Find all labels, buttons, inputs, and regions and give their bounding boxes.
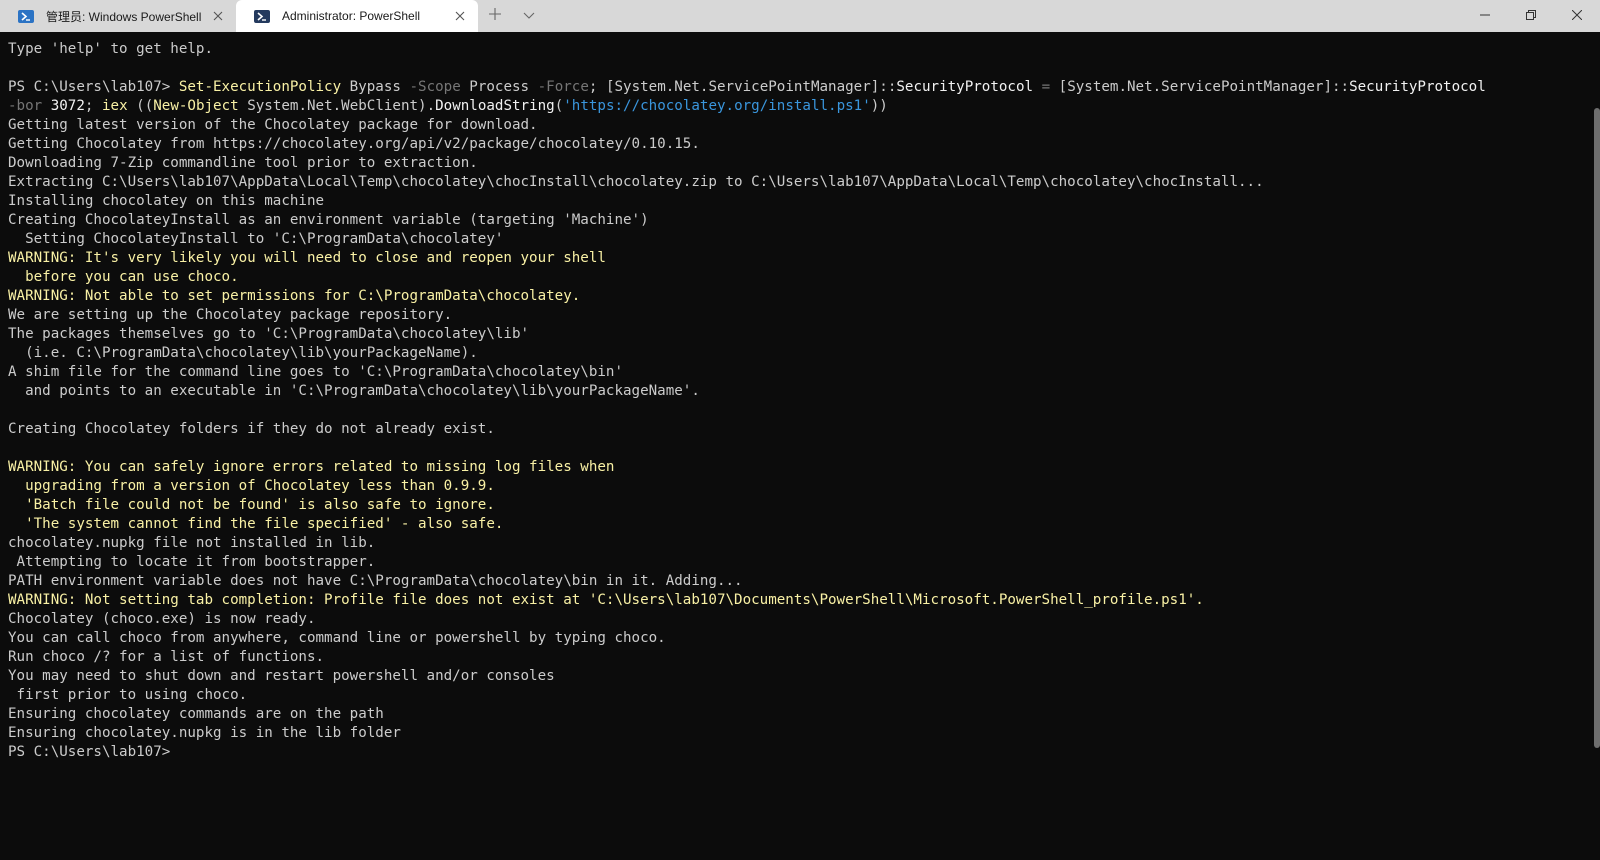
output-line: Creating Chocolatey folders if they do n…	[8, 421, 495, 437]
token-cmd: iex	[101, 98, 128, 114]
token-plain: ((	[127, 98, 154, 114]
warning-line: upgrading from a version of Chocolatey l…	[8, 478, 495, 494]
token-plain: ;	[84, 98, 102, 114]
warning-line: 'Batch file could not be found' is also …	[8, 497, 495, 513]
token-param: -bor	[8, 98, 43, 114]
token-plain: Bypass	[341, 79, 410, 95]
output-line: The packages themselves go to 'C:\Progra…	[8, 326, 530, 342]
token-param: -Force	[537, 79, 589, 95]
warning-line: before you can use choco.	[8, 269, 239, 285]
output-line: Attempting to locate it from bootstrappe…	[8, 554, 376, 570]
output-line: Ensuring chocolatey commands are on the …	[8, 706, 384, 722]
output-line: Extracting C:\Users\lab107\AppData\Local…	[8, 174, 1264, 190]
output-line: Downloading 7-Zip commandline tool prior…	[8, 155, 478, 171]
output-line: A shim file for the command line goes to…	[8, 364, 623, 380]
output-line: Run choco /? for a list of functions.	[8, 649, 325, 665]
vertical-scrollbar[interactable]	[1594, 108, 1600, 748]
token-prompt: PS C:\Users\lab107>	[8, 79, 179, 95]
token-plain: (	[554, 98, 564, 114]
terminal-output[interactable]: Type 'help' to get help. PS C:\Users\lab1…	[0, 32, 1600, 860]
token-cmd: Set-ExecutionPolicy	[178, 79, 342, 95]
output-line: We are setting up the Chocolatey package…	[8, 307, 453, 323]
output-line: Getting Chocolatey from https://chocolat…	[8, 136, 700, 152]
tab-administrator-powershell[interactable]: Administrator: PowerShell	[236, 0, 478, 32]
output-line: Ensuring chocolatey.nupkg is in the lib …	[8, 725, 401, 741]
output-line: Type 'help' to get help.	[8, 41, 213, 57]
warning-line: WARNING: Not able to set permissions for…	[8, 288, 581, 304]
close-tab-icon[interactable]	[448, 4, 472, 28]
restore-button[interactable]	[1508, 0, 1554, 32]
warning-line: WARNING: It's very likely you will need …	[8, 250, 606, 266]
token-param: -Scope	[409, 79, 461, 95]
token-param: =	[1033, 79, 1059, 95]
output-line: chocolatey.nupkg file not installed in l…	[8, 535, 376, 551]
command-line: PS C:\Users\lab107> Set-ExecutionPolicy …	[8, 78, 1588, 97]
token-plain: ))	[870, 98, 888, 114]
output-line: You may need to shut down and restart po…	[8, 668, 555, 684]
warning-line: WARNING: Not setting tab completion: Pro…	[8, 592, 1204, 608]
powershell-icon	[18, 9, 34, 23]
warning-line: WARNING: You can safely ignore errors re…	[8, 459, 615, 475]
token-num: 3072	[50, 98, 85, 114]
output-line: Setting ChocolateyInstall to 'C:\Program…	[8, 231, 504, 247]
token-str: 'https://chocolatey.org/install.ps1'	[563, 98, 871, 114]
output-line: (i.e. C:\ProgramData\chocolatey\lib\your…	[8, 345, 478, 361]
plus-icon	[489, 7, 501, 25]
chevron-down-icon	[523, 7, 535, 25]
close-button[interactable]	[1554, 0, 1600, 32]
output-line: PATH environment variable does not have …	[8, 573, 743, 589]
terminal-lines: Type 'help' to get help. PS C:\Users\lab1…	[8, 40, 1588, 762]
output-line: first prior to using choco.	[8, 687, 248, 703]
tab-title: Administrator: PowerShell	[282, 9, 421, 23]
title-bar: 管理员: Windows PowerShell Administrator: P…	[0, 0, 1600, 32]
tab-windows-powershell[interactable]: 管理员: Windows PowerShell	[0, 0, 236, 32]
minimize-icon	[1480, 7, 1490, 25]
token-white: SecurityProtocol	[896, 79, 1034, 95]
token-white: DownloadString	[435, 98, 555, 114]
warning-line: 'The system cannot find the file specifi…	[8, 516, 504, 532]
title-bar-drag-area[interactable]	[546, 0, 1462, 32]
tab-title: 管理员: Windows PowerShell	[46, 9, 202, 24]
command-line: -bor 3072; iex ((New-Object System.Net.W…	[8, 97, 1588, 116]
output-line: Getting latest version of the Chocolatey…	[8, 117, 538, 133]
close-tab-icon[interactable]	[206, 4, 230, 28]
token-plain: System.Net.WebClient).	[238, 98, 436, 114]
close-icon	[1571, 7, 1583, 25]
token-plain: Process	[460, 79, 538, 95]
output-line: Creating ChocolateyInstall as an environ…	[8, 212, 649, 228]
output-line: You can call choco from anywhere, comman…	[8, 630, 666, 646]
token-cmd: New-Object	[153, 98, 239, 114]
minimize-button[interactable]	[1462, 0, 1508, 32]
restore-icon	[1526, 7, 1536, 25]
token-plain: [System.Net.ServicePointManager]::	[1058, 79, 1350, 95]
token-plain: ; [System.Net.ServicePointManager]::	[588, 79, 897, 95]
output-line: and points to an executable in 'C:\Progr…	[8, 383, 700, 399]
tab-dropdown-button[interactable]	[512, 0, 546, 32]
new-tab-button[interactable]	[478, 0, 512, 32]
powershell-core-icon	[254, 9, 270, 23]
output-line: Installing chocolatey on this machine	[8, 193, 325, 209]
prompt-line: PS C:\Users\lab107>	[8, 744, 179, 760]
output-line: Chocolatey (choco.exe) is now ready.	[8, 611, 316, 627]
token-white: SecurityProtocol	[1349, 79, 1486, 95]
